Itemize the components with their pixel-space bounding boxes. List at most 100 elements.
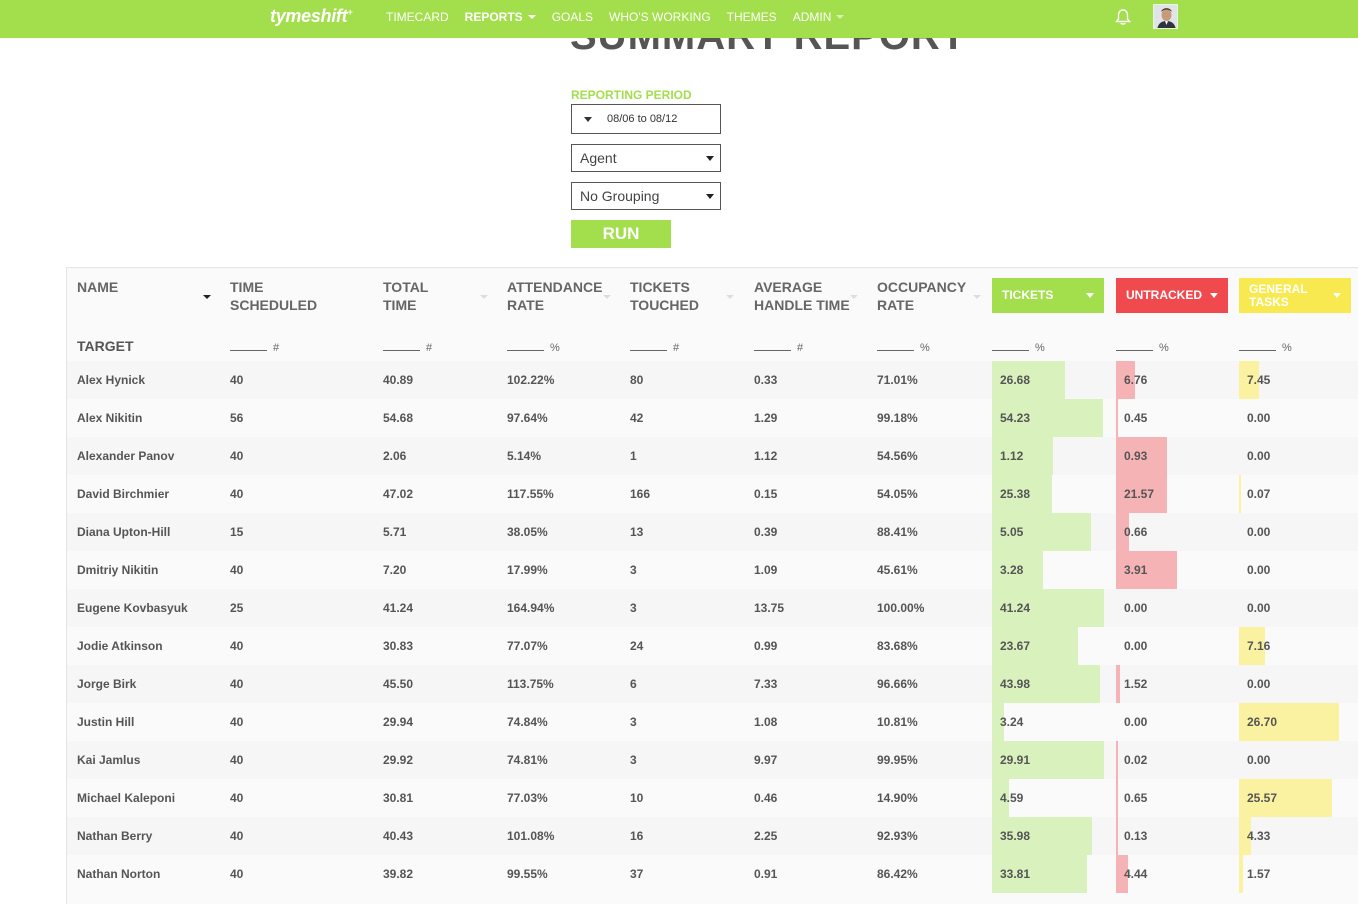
target-unit: % bbox=[1035, 342, 1045, 354]
table-row[interactable]: Alex Hynick 40 40.89 102.22% 80 0.33 71.01% 26.… bbox=[67, 361, 1358, 399]
cell-scheduled: 25 bbox=[230, 601, 244, 615]
table-row[interactable]: Jorge Birk 40 45.50 113.75% 6 7.33 96.66% 43.98… bbox=[67, 665, 1358, 703]
cell-name[interactable]: Nathan Norton bbox=[77, 867, 160, 881]
general-tasks-column-button[interactable]: GENERAL TASKS bbox=[1239, 278, 1351, 313]
target-input[interactable]: # bbox=[630, 342, 679, 354]
target-unit: % bbox=[1159, 342, 1169, 354]
cell-occupancy: 71.01% bbox=[877, 373, 918, 387]
target-field[interactable] bbox=[754, 350, 791, 351]
cell-scheduled: 40 bbox=[230, 753, 244, 767]
table-row[interactable]: Kai Jamlus 40 29.92 74.81% 3 9.97 99.95% 29.91 0… bbox=[67, 741, 1358, 779]
cell-attendance: 77.03% bbox=[507, 791, 548, 805]
cell-name[interactable]: Jodie Atkinson bbox=[77, 639, 163, 653]
header-total-time[interactable]: TOTAL TIME bbox=[383, 278, 453, 314]
cell-attendance: 102.22% bbox=[507, 373, 555, 387]
cell-total: 47.02 bbox=[383, 487, 414, 501]
cell-name[interactable]: Diana Upton-Hill bbox=[77, 525, 170, 539]
table-row[interactable]: Justin Hill 40 29.94 74.84% 3 1.08 10.81% 3.24 0… bbox=[67, 703, 1358, 741]
sort-icon[interactable] bbox=[850, 295, 858, 299]
target-input[interactable]: # bbox=[230, 342, 279, 354]
cell-name[interactable]: Eugene Kovbasyuk bbox=[77, 601, 188, 615]
tymeshift-logo[interactable]: tymeshift+ bbox=[270, 6, 353, 27]
header-attendance-rate[interactable]: ATTENDANCE RATE bbox=[507, 278, 617, 314]
cell-total: 29.94 bbox=[383, 715, 414, 729]
target-field[interactable] bbox=[992, 350, 1029, 351]
cell-tickets: 25.38 bbox=[1000, 487, 1031, 501]
cell-name[interactable]: Alexander Panov bbox=[77, 449, 174, 463]
grouping-value: No Grouping bbox=[580, 188, 660, 204]
table-row[interactable]: David Birchmier 40 47.02 117.55% 166 0.15 54.0… bbox=[67, 475, 1358, 513]
sort-icon[interactable] bbox=[973, 295, 981, 299]
sort-icon[interactable] bbox=[203, 295, 211, 299]
bell-icon[interactable] bbox=[1113, 7, 1133, 27]
table-row[interactable]: Michael Kaleponi 40 30.81 77.03% 10 0.46 14.90… bbox=[67, 779, 1358, 817]
target-field[interactable] bbox=[877, 350, 914, 351]
nav-goals[interactable]: GOALS bbox=[552, 10, 593, 24]
untracked-column-button[interactable]: UNTRACKED bbox=[1116, 278, 1228, 313]
table-row[interactable]: Eugene Kovbasyuk 25 41.24 164.94% 3 13.75 100.… bbox=[67, 589, 1358, 627]
cell-attendance: 99.55% bbox=[507, 867, 548, 881]
nav-reports[interactable]: REPORTS bbox=[465, 10, 536, 24]
cell-name[interactable]: Justin Hill bbox=[77, 715, 134, 729]
target-input[interactable]: % bbox=[1116, 342, 1169, 354]
cell-tickets: 5.05 bbox=[1000, 525, 1024, 539]
cell-name[interactable]: Dmitriy Nikitin bbox=[77, 563, 158, 577]
table-row[interactable]: Nathan Norton 40 39.82 99.55% 37 0.91 86.42% 33… bbox=[67, 855, 1358, 893]
cell-name[interactable]: Alex Nikitin bbox=[77, 411, 142, 425]
target-field[interactable] bbox=[1116, 350, 1153, 351]
target-field[interactable] bbox=[383, 350, 420, 351]
cell-name[interactable]: Kai Jamlus bbox=[77, 753, 140, 767]
cell-occupancy: 45.61% bbox=[877, 563, 918, 577]
cell-scheduled: 40 bbox=[230, 867, 244, 881]
target-input[interactable]: # bbox=[754, 342, 803, 354]
target-input[interactable]: # bbox=[383, 342, 432, 354]
sort-icon[interactable] bbox=[480, 295, 488, 299]
sort-icon[interactable] bbox=[603, 295, 611, 299]
cell-touched: 166 bbox=[630, 487, 651, 501]
target-field[interactable] bbox=[630, 350, 667, 351]
cell-touched: 3 bbox=[630, 601, 637, 615]
cell-scheduled: 40 bbox=[230, 715, 244, 729]
date-range-value: 08/06 to 08/12 bbox=[607, 113, 678, 125]
cell-name[interactable]: Nathan Berry bbox=[77, 829, 152, 843]
target-field[interactable] bbox=[507, 350, 544, 351]
target-field[interactable] bbox=[230, 350, 267, 351]
table-row[interactable]: Alexander Panov 40 2.06 5.14% 1 1.12 54.56% 1.1… bbox=[67, 437, 1358, 475]
cell-name[interactable]: David Birchmier bbox=[77, 487, 169, 501]
target-input[interactable]: % bbox=[507, 342, 560, 354]
table-row[interactable]: Nathan Berry 40 40.43 101.08% 16 2.25 92.93% 35… bbox=[67, 817, 1358, 855]
target-field[interactable] bbox=[1239, 350, 1276, 351]
nav-admin[interactable]: ADMIN bbox=[793, 10, 845, 24]
run-button[interactable]: RUN bbox=[571, 220, 671, 248]
cell-name[interactable]: Jorge Birk bbox=[77, 677, 136, 691]
group-by-select[interactable]: Agent bbox=[571, 144, 721, 172]
avatar[interactable] bbox=[1153, 4, 1178, 29]
header-time-scheduled[interactable]: TIME SCHEDULED bbox=[230, 278, 340, 314]
nav-label: WHO'S WORKING bbox=[609, 10, 711, 24]
cell-aht: 0.15 bbox=[754, 487, 778, 501]
target-input[interactable]: % bbox=[992, 342, 1045, 354]
cell-aht: 1.29 bbox=[754, 411, 778, 425]
sort-icon[interactable] bbox=[726, 295, 734, 299]
tickets-column-button[interactable]: TICKETS bbox=[992, 278, 1104, 313]
cell-name[interactable]: Alex Hynick bbox=[77, 373, 145, 387]
cell-total: 41.24 bbox=[383, 601, 414, 615]
table-row[interactable]: Alex Nikitin 56 54.68 97.64% 42 1.29 99.18% 54.… bbox=[67, 399, 1358, 437]
target-input[interactable]: % bbox=[1239, 342, 1292, 354]
header-tickets-touched[interactable]: TICKETS TOUCHED bbox=[630, 278, 720, 314]
untracked-pill-label: UNTRACKED bbox=[1126, 288, 1202, 302]
grouping-select[interactable]: No Grouping bbox=[571, 182, 721, 210]
nav-themes[interactable]: THEMES bbox=[727, 10, 777, 24]
table-row[interactable]: Dmitriy Nikitin 40 7.20 17.99% 3 1.09 45.61% 3.… bbox=[67, 551, 1358, 589]
header-occupancy-rate[interactable]: OCCUPANCY RATE bbox=[877, 278, 977, 314]
header-name[interactable]: NAME bbox=[77, 278, 118, 296]
target-input[interactable]: % bbox=[877, 342, 930, 354]
cell-tickets: 4.59 bbox=[1000, 791, 1024, 805]
nav-who-s-working[interactable]: WHO'S WORKING bbox=[609, 10, 711, 24]
table-row[interactable]: Jodie Atkinson 40 30.83 77.07% 24 0.99 83.68% 2… bbox=[67, 627, 1358, 665]
nav-timecard[interactable]: TIMECARD bbox=[386, 10, 449, 24]
header-average-handle-time[interactable]: AVERAGE HANDLE TIME bbox=[754, 278, 864, 314]
reporting-period-picker[interactable]: 08/06 to 08/12 bbox=[571, 104, 721, 134]
cell-name[interactable]: Michael Kaleponi bbox=[77, 791, 175, 805]
table-row[interactable]: Diana Upton-Hill 15 5.71 38.05% 13 0.39 88.41%… bbox=[67, 513, 1358, 551]
